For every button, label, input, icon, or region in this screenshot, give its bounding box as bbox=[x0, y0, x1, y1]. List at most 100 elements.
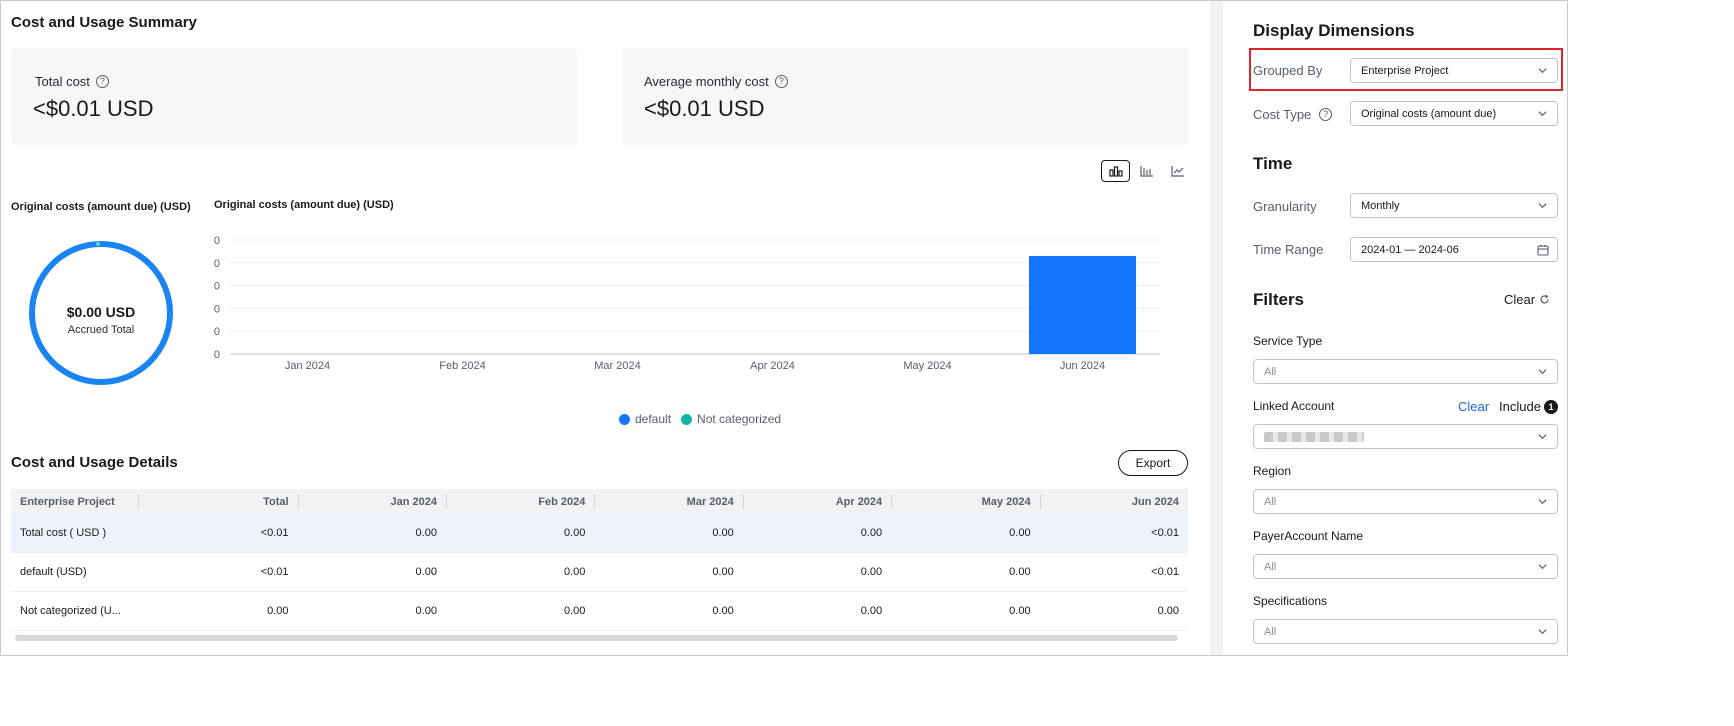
linked-account-select[interactable] bbox=[1253, 424, 1558, 449]
granularity-select[interactable]: Monthly bbox=[1350, 193, 1558, 218]
chevron-down-icon bbox=[1538, 369, 1547, 375]
legend-label: Not categorized bbox=[697, 412, 782, 426]
legend-item-not-categorized[interactable]: Not categorized bbox=[681, 412, 781, 426]
help-icon[interactable]: ? bbox=[1319, 108, 1333, 121]
service-type-label: Service Type bbox=[1253, 334, 1323, 348]
specifications-label: Specifications bbox=[1253, 594, 1328, 608]
avg-cost-label-text: Average monthly cost bbox=[644, 74, 769, 89]
stacked-bar-view-button[interactable] bbox=[1132, 160, 1161, 182]
legend-label: default bbox=[635, 412, 672, 426]
display-dimensions-title: Display Dimensions bbox=[1253, 21, 1415, 40]
linked-account-label: Linked Account bbox=[1253, 399, 1335, 413]
total-cost-label-text: Total cost bbox=[35, 74, 90, 89]
table-row-total[interactable]: Total cost ( USD ) <0.01 0.00 0.00 0.00 … bbox=[11, 514, 1188, 553]
cost-summary-main: Cost and Usage Summary Total cost ? <$0.… bbox=[0, 0, 1210, 656]
y-tick-label: 0 bbox=[214, 258, 220, 270]
specifications-value: All bbox=[1264, 625, 1277, 638]
filters-clear-label: Clear bbox=[1504, 292, 1536, 307]
service-type-select[interactable]: All bbox=[1253, 359, 1558, 384]
donut-chart: $0.00 USD Accrued Total bbox=[28, 240, 174, 386]
bar-chart-view-button[interactable] bbox=[1101, 160, 1130, 182]
table-cell: 0.00 bbox=[1009, 566, 1031, 578]
column-header-total[interactable]: Total bbox=[137, 489, 298, 514]
time-range-picker[interactable]: 2024-01 — 2024-06 bbox=[1350, 237, 1558, 262]
linked-account-count-badge: 1 bbox=[1544, 400, 1558, 414]
legend-item-default[interactable]: default bbox=[619, 412, 671, 426]
table-cell: 0.00 bbox=[563, 566, 586, 578]
linked-account-clear-link[interactable]: Clear bbox=[1458, 399, 1489, 414]
column-header-may[interactable]: May 2024 bbox=[891, 489, 1039, 514]
linked-account-include[interactable]: Include bbox=[1499, 399, 1541, 414]
column-header-enterprise-project[interactable]: Enterprise Project bbox=[11, 489, 138, 514]
specifications-select[interactable]: All bbox=[1253, 619, 1558, 644]
table-cell: <0.01 bbox=[260, 527, 289, 539]
chevron-down-icon bbox=[1538, 111, 1547, 117]
time-title: Time bbox=[1253, 154, 1293, 173]
legend-dot bbox=[619, 413, 630, 425]
chevron-down-icon bbox=[1538, 499, 1547, 505]
donut-subtitle: Accrued Total bbox=[67, 324, 135, 336]
table-cell: 0.00 bbox=[1009, 527, 1031, 539]
column-header-feb[interactable]: Feb 2024 bbox=[445, 489, 594, 514]
bar-default[interactable] bbox=[1029, 255, 1136, 354]
chevron-down-icon bbox=[1538, 629, 1547, 635]
service-type-value: All bbox=[1264, 365, 1277, 378]
x-tick-label: Jun 2024 bbox=[1060, 360, 1105, 372]
table-cell: 0.00 bbox=[415, 605, 437, 617]
table-cell: 0.00 bbox=[267, 605, 289, 617]
cost-type-select[interactable]: Original costs (amount due) bbox=[1350, 101, 1558, 126]
x-tick-label: Apr 2024 bbox=[750, 360, 795, 372]
line-chart-view-button[interactable] bbox=[1163, 160, 1192, 182]
help-icon[interactable]: ? bbox=[95, 75, 109, 88]
filters-clear-button[interactable]: Clear bbox=[1504, 292, 1550, 307]
grouped-by-highlight bbox=[1249, 48, 1563, 91]
chevron-down-icon bbox=[1538, 434, 1547, 440]
table-cell: 0.00 bbox=[563, 527, 586, 539]
table-row-default[interactable]: default (USD) <0.01 0.00 0.00 0.00 0.00 … bbox=[11, 553, 1188, 592]
filters-title: Filters bbox=[1253, 290, 1305, 309]
table-row-not-categorized[interactable]: Not categorized (U... 0.00 0.00 0.00 0.0… bbox=[11, 592, 1188, 631]
calendar-icon bbox=[1537, 245, 1549, 256]
table-cell: 0.00 bbox=[1009, 605, 1031, 617]
region-select[interactable]: All bbox=[1253, 489, 1558, 514]
help-icon[interactable]: ? bbox=[774, 75, 788, 88]
table-cell: 0.00 bbox=[712, 566, 734, 578]
scrollbar-thumb[interactable] bbox=[15, 635, 1178, 641]
y-tick-label: 0 bbox=[214, 303, 220, 315]
bar-chart-title: Original costs (amount due) (USD) bbox=[214, 199, 394, 211]
table-cell: 0.00 bbox=[712, 527, 734, 539]
cost-type-value: Original costs (amount due) bbox=[1361, 107, 1497, 120]
donut-marker bbox=[96, 242, 100, 246]
table-cell: 0.00 bbox=[1157, 605, 1179, 617]
table-cell: 0.00 bbox=[415, 527, 437, 539]
details-title: Cost and Usage Details bbox=[11, 454, 178, 471]
region-value: All bbox=[1264, 495, 1277, 508]
table-cell: 0.00 bbox=[712, 605, 734, 617]
x-tick-label: Mar 2024 bbox=[594, 360, 640, 372]
bar-chart-icon bbox=[1108, 166, 1123, 177]
column-header-jan[interactable]: Jan 2024 bbox=[297, 489, 446, 514]
column-header-apr[interactable]: Apr 2024 bbox=[742, 489, 891, 514]
chart-view-switch bbox=[1101, 160, 1192, 182]
table-cell: <0.01 bbox=[1151, 566, 1179, 578]
donut-value: $0.00 USD bbox=[66, 304, 136, 320]
column-header-jun[interactable]: Jun 2024 bbox=[1039, 489, 1188, 514]
total-cost-card: Total cost ? <$0.01 USD bbox=[11, 48, 577, 145]
granularity-value: Monthly bbox=[1361, 199, 1400, 212]
column-header-mar[interactable]: Mar 2024 bbox=[594, 489, 742, 514]
legend-dot bbox=[681, 413, 693, 425]
refresh-icon bbox=[1540, 294, 1549, 304]
export-button[interactable]: Export bbox=[1118, 450, 1188, 476]
avg-cost-label: Average monthly cost ? bbox=[644, 74, 788, 89]
table-cell: Not categorized (U... bbox=[20, 605, 121, 617]
payer-account-select[interactable]: All bbox=[1253, 554, 1558, 579]
table-cell: 0.00 bbox=[860, 605, 883, 617]
cost-type-label: Cost Type ? bbox=[1253, 107, 1333, 122]
avg-cost-value: <$0.01 USD bbox=[644, 96, 765, 121]
x-tick-label: Jan 2024 bbox=[285, 360, 330, 372]
y-tick-label: 0 bbox=[214, 349, 220, 361]
table-horizontal-scrollbar[interactable] bbox=[11, 635, 1188, 641]
y-tick-label: 0 bbox=[214, 326, 220, 338]
time-range-value: 2024-01 — 2024-06 bbox=[1361, 243, 1459, 256]
chevron-down-icon bbox=[1538, 564, 1547, 570]
